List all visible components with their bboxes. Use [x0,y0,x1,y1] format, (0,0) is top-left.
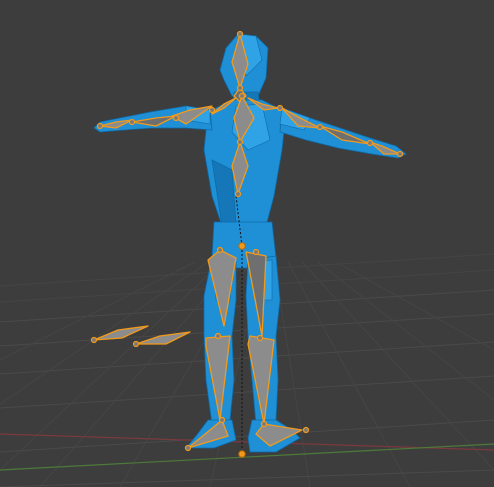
joint-shoulder-right[interactable] [276,104,284,112]
joint-ankle-right[interactable] [260,420,268,428]
joint-hip-right[interactable] [252,248,260,256]
joint-neck[interactable] [236,84,244,92]
joint-hip-left[interactable] [216,246,224,254]
joint-wrist-left[interactable] [128,118,136,126]
joint-knee-right[interactable] [256,334,264,342]
joint-toe-right[interactable] [302,426,310,434]
joint-ankle-left[interactable] [218,416,226,424]
joint-root[interactable] [238,242,246,250]
bone-ik-target-b[interactable] [135,331,191,345]
joint-spine[interactable] [236,138,244,146]
joint-elbow-right[interactable] [316,123,324,131]
bone-ik-target-a[interactable] [93,325,149,341]
joint-knee-left[interactable] [214,332,222,340]
joint-wrist-right[interactable] [366,139,374,147]
joint-chest[interactable] [238,92,246,100]
joint-toe-left[interactable] [184,444,192,452]
joint-waist[interactable] [234,190,242,198]
joint-origin[interactable] [238,450,246,458]
joint-fingertip-left[interactable] [96,122,104,130]
joint-ik-b[interactable] [132,340,140,348]
3d-viewport[interactable] [0,0,494,487]
scene-canvas[interactable] [0,0,494,487]
joint-head-top[interactable] [236,30,244,38]
joint-shoulder-left[interactable] [208,106,216,114]
character-mesh[interactable] [93,33,407,453]
joint-fingertip-right[interactable] [396,150,404,158]
joint-elbow-left[interactable] [172,114,180,122]
joint-ik-a[interactable] [90,336,98,344]
